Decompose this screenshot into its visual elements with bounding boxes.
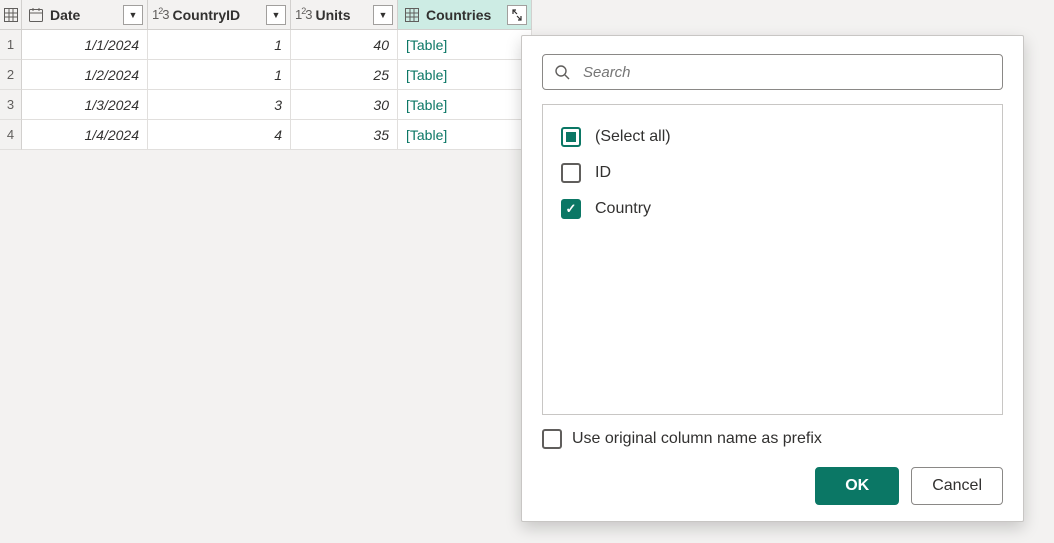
filter-dropdown-button[interactable]: ▼	[123, 5, 143, 25]
cell-units[interactable]: 30	[291, 90, 398, 120]
column-header-row: Date ▼ 123 CountryID ▼ 123 Units ▼ Count…	[0, 0, 1054, 30]
table-icon	[4, 8, 18, 22]
cell-countryid[interactable]: 4	[148, 120, 291, 150]
chevron-down-icon: ▼	[129, 10, 138, 20]
option-label: ID	[595, 164, 611, 182]
filter-dropdown-button[interactable]: ▼	[373, 5, 393, 25]
column-header-label: Date	[50, 7, 80, 23]
ok-button[interactable]: OK	[815, 467, 899, 505]
row-number[interactable]: 4	[0, 120, 22, 150]
option-select-all[interactable]: (Select all)	[553, 119, 992, 155]
checkbox-unchecked[interactable]	[561, 163, 581, 183]
column-header-label: Units	[315, 7, 350, 23]
prefix-label: Use original column name as prefix	[572, 430, 822, 448]
expand-column-popup: (Select all) ID Country Use original col…	[521, 35, 1024, 522]
search-field-wrap	[542, 54, 1003, 90]
expand-icon	[510, 9, 524, 21]
column-header-countryid[interactable]: 123 CountryID ▼	[148, 0, 291, 30]
cell-date[interactable]: 1/2/2024	[22, 60, 148, 90]
cell-countryid[interactable]: 3	[148, 90, 291, 120]
cell-countryid[interactable]: 1	[148, 30, 291, 60]
checkbox-checked[interactable]	[561, 199, 581, 219]
cell-countryid[interactable]: 1	[148, 60, 291, 90]
cell-date[interactable]: 1/4/2024	[22, 120, 148, 150]
checkbox-indeterminate[interactable]	[561, 127, 581, 147]
column-header-label: Countries	[426, 7, 491, 23]
row-number[interactable]: 1	[0, 30, 22, 60]
search-input[interactable]	[542, 54, 1003, 90]
cell-countries-table-link[interactable]: [Table]	[398, 30, 532, 60]
option-id[interactable]: ID	[553, 155, 992, 191]
cell-countries-table-link[interactable]: [Table]	[398, 60, 532, 90]
cancel-button[interactable]: Cancel	[911, 467, 1003, 505]
number-type-icon: 123	[152, 7, 168, 22]
table-icon	[402, 6, 422, 24]
column-select-list: (Select all) ID Country	[542, 104, 1003, 415]
cell-countries-table-link[interactable]: [Table]	[398, 120, 532, 150]
column-header-date[interactable]: Date ▼	[22, 0, 148, 30]
column-header-label: CountryID	[172, 7, 240, 23]
cell-units[interactable]: 40	[291, 30, 398, 60]
option-label: Country	[595, 200, 651, 218]
row-number[interactable]: 2	[0, 60, 22, 90]
dialog-buttons: OK Cancel	[542, 467, 1003, 505]
cell-countries-table-link[interactable]: [Table]	[398, 90, 532, 120]
column-header-units[interactable]: 123 Units ▼	[291, 0, 398, 30]
search-icon	[554, 64, 570, 80]
checkbox-unchecked[interactable]	[542, 429, 562, 449]
expand-button[interactable]	[507, 5, 527, 25]
option-label: (Select all)	[595, 128, 671, 146]
number-type-icon: 123	[295, 7, 311, 22]
prefix-option[interactable]: Use original column name as prefix	[542, 429, 1003, 449]
cell-date[interactable]: 1/3/2024	[22, 90, 148, 120]
row-number[interactable]: 3	[0, 90, 22, 120]
cell-date[interactable]: 1/1/2024	[22, 30, 148, 60]
filter-dropdown-button[interactable]: ▼	[266, 5, 286, 25]
select-all-corner[interactable]	[0, 0, 22, 30]
chevron-down-icon: ▼	[379, 10, 388, 20]
cell-units[interactable]: 25	[291, 60, 398, 90]
chevron-down-icon: ▼	[272, 10, 281, 20]
option-country[interactable]: Country	[553, 191, 992, 227]
column-header-countries[interactable]: Countries	[398, 0, 532, 30]
calendar-icon	[26, 6, 46, 24]
cell-units[interactable]: 35	[291, 120, 398, 150]
